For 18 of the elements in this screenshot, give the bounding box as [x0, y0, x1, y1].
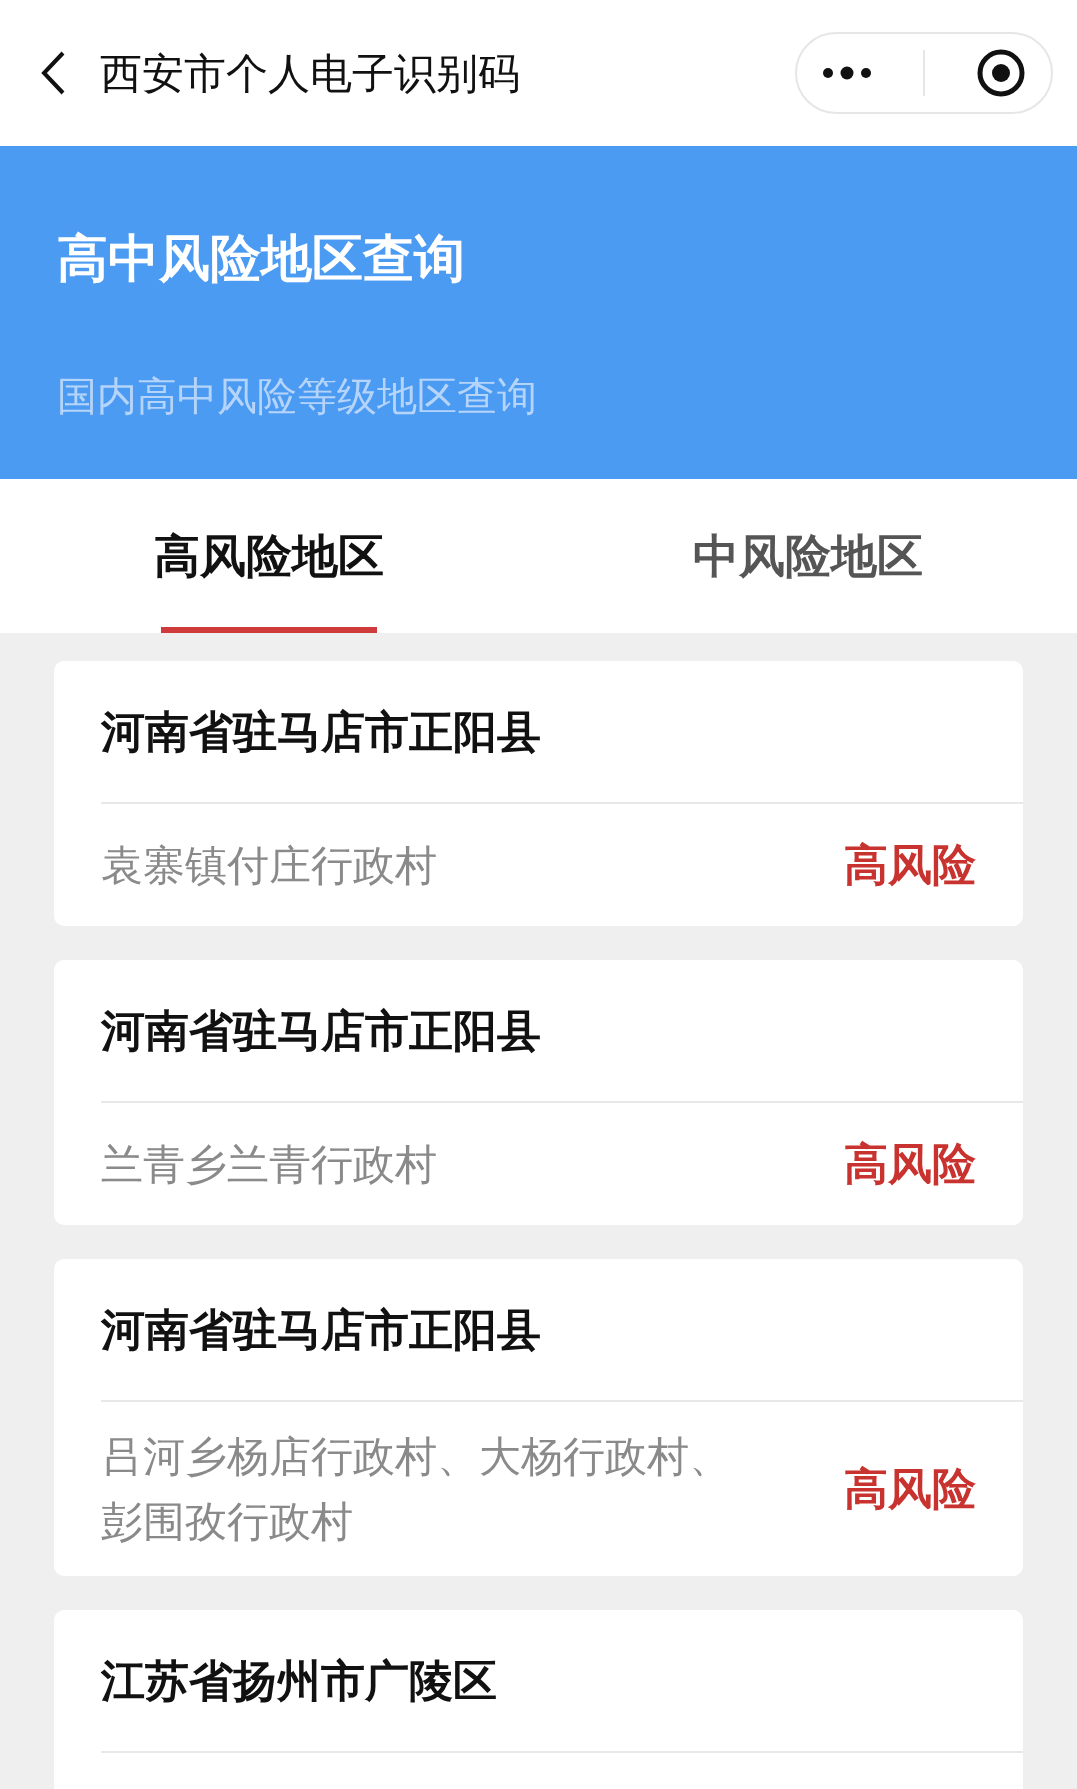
back-icon[interactable] — [40, 50, 66, 96]
header-title: 高中风险地区查询 — [57, 228, 466, 290]
page-title: 西安市个人电子识别码 — [100, 47, 520, 100]
region-name: 河南省驻马店市正阳县 — [101, 1003, 541, 1058]
risk-label: 高风险 — [844, 838, 976, 892]
region-name: 河南省驻马店市正阳县 — [101, 1302, 541, 1357]
area-detail: 袁寨镇付庄行政村 — [101, 839, 437, 892]
area-detail: 兰青乡兰青行政村 — [101, 1138, 437, 1191]
more-icon[interactable] — [822, 66, 873, 80]
tab[interactable]: 高风险地区 — [0, 479, 539, 633]
region-name: 河南省驻马店市正阳县 — [101, 704, 541, 759]
area-detail: 吕河乡杨店行政村、大杨行政村、彭围孜行政村 — [101, 1431, 732, 1548]
header-subtitle: 国内高中风险等级地区查询 — [57, 371, 538, 421]
risk-label: 高风险 — [844, 1462, 976, 1516]
tab[interactable]: 中风险地区 — [538, 479, 1077, 633]
risk-label: 高风险 — [844, 1137, 976, 1191]
region-name: 江苏省扬州市广陵区 — [101, 1653, 497, 1708]
target-icon[interactable] — [975, 48, 1026, 98]
